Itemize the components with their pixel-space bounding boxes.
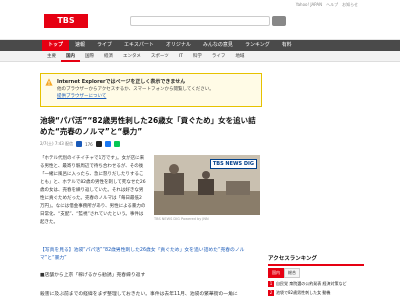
article-paragraph: 殺害に及ぶ前までの経緯をまず整理しておきたい。事件は去年11月、池袋の繁華街の一… bbox=[40, 292, 238, 297]
facebook-share-icon[interactable] bbox=[104, 141, 111, 147]
warning-icon bbox=[45, 78, 53, 86]
tbs-news-dig-badge: TBS NEWS DIG bbox=[209, 159, 257, 169]
category-local[interactable]: 地域 bbox=[230, 51, 249, 62]
category-nav: 主要 国内 国際 経済 エンタメ スポーツ IT 科学 ライフ 地域 bbox=[0, 51, 400, 62]
ranking-text: 自民党 衆院選の公約発表 経済対策など bbox=[276, 281, 347, 286]
top-header: Yahoo! JAPAN ヘルプ お知らせ TBS bbox=[0, 0, 400, 40]
nav-item-original[interactable]: オリジナル bbox=[160, 40, 197, 51]
access-ranking: アクセスランキング 国内 総合 1 自民党 衆院選の公約発表 経済対策など 2 … bbox=[268, 254, 364, 296]
x-share-icon[interactable] bbox=[95, 141, 102, 147]
article-subheading: ■店舗から上京「稼げるから勧誘」売春繰り返す bbox=[40, 273, 146, 278]
nav-item-ranking[interactable]: ランキング bbox=[239, 40, 276, 51]
nav-item-paid[interactable]: 有料 bbox=[276, 40, 298, 51]
related-photo-link[interactable]: 【写真を見る】池袋“パパ活”“82歳男性刺した26歳女「貢ぐため」女を追い詰めた… bbox=[40, 247, 262, 263]
nav-item-opinions[interactable]: みんなの意見 bbox=[197, 40, 239, 51]
main-nav: トップ 速報 ライブ エキスパート オリジナル みんなの意見 ランキング 有料 bbox=[0, 40, 400, 51]
top-links[interactable]: Yahoo! JAPAN ヘルプ お知らせ bbox=[296, 2, 358, 8]
article-photo[interactable]: TBS NEWS DIG bbox=[154, 155, 260, 215]
line-share-icon[interactable] bbox=[113, 141, 120, 147]
nav-item-breaking[interactable]: 速報 bbox=[69, 40, 91, 51]
ranking-title: アクセスランキング bbox=[268, 254, 364, 266]
ranking-number: 1 bbox=[268, 281, 274, 287]
ranking-text: 池袋で82歳男性刺した女 動機 bbox=[276, 290, 331, 295]
browser-notice: Internet Explorerではページを正しく表示できません 他のブラウザ… bbox=[40, 73, 262, 107]
article-date: 2/7(土) 7:43 配信 bbox=[40, 141, 74, 146]
category-international[interactable]: 国際 bbox=[80, 51, 99, 62]
ranking-item[interactable]: 1 自民党 衆院選の公約発表 経済対策など bbox=[268, 281, 364, 287]
ranking-item[interactable]: 2 池袋で82歳男性刺した女 動機 bbox=[268, 290, 364, 296]
notice-title: Internet Explorerではページを正しく表示できません bbox=[57, 79, 186, 85]
ranking-tabs: 国内 総合 bbox=[268, 268, 364, 278]
logo-text: TBS bbox=[57, 16, 75, 25]
category-main[interactable]: 主要 bbox=[42, 51, 61, 62]
sidebar-ad-area bbox=[272, 76, 360, 246]
ranking-tab-domestic[interactable]: 国内 bbox=[268, 268, 284, 278]
category-domestic[interactable]: 国内 bbox=[61, 51, 80, 62]
search-button[interactable] bbox=[272, 16, 286, 26]
notice-link[interactable]: 提供ブラウザーについて bbox=[57, 93, 256, 99]
category-entertainment[interactable]: エンタメ bbox=[118, 51, 146, 62]
category-economy[interactable]: 経済 bbox=[99, 51, 118, 62]
category-science[interactable]: 科学 bbox=[188, 51, 207, 62]
photo-caption: TBS NEWS DIG Powered by JNN bbox=[154, 217, 209, 221]
article-text: 「ホテル代別のイチイチャで1万です」。女が店に来る男性と、最寄り駅周辺で待ち合わ… bbox=[40, 156, 146, 225]
category-life[interactable]: ライフ bbox=[207, 51, 231, 62]
category-sports[interactable]: スポーツ bbox=[146, 51, 174, 62]
nav-item-top[interactable]: トップ bbox=[42, 40, 70, 51]
site-logo[interactable]: TBS bbox=[44, 14, 88, 28]
ranking-tab-overall[interactable]: 総合 bbox=[284, 268, 300, 278]
article: Internet Explorerではページを正しく表示できません 他のブラウザ… bbox=[40, 73, 262, 300]
comment-count[interactable]: 176 bbox=[85, 142, 93, 147]
category-it[interactable]: IT bbox=[174, 51, 188, 62]
search-input[interactable] bbox=[130, 16, 270, 26]
nav-item-live[interactable]: ライブ bbox=[91, 40, 118, 51]
comment-icon[interactable] bbox=[76, 141, 83, 147]
article-headline: 池袋“パパ活”“82歳男性刺した26歳女「貢ぐため」女を追い詰めた“売春のノルマ… bbox=[40, 116, 256, 136]
article-meta: 2/7(土) 7:43 配信 176 bbox=[40, 141, 262, 147]
ranking-number: 2 bbox=[268, 290, 274, 296]
nav-item-expert[interactable]: エキスパート bbox=[118, 40, 160, 51]
